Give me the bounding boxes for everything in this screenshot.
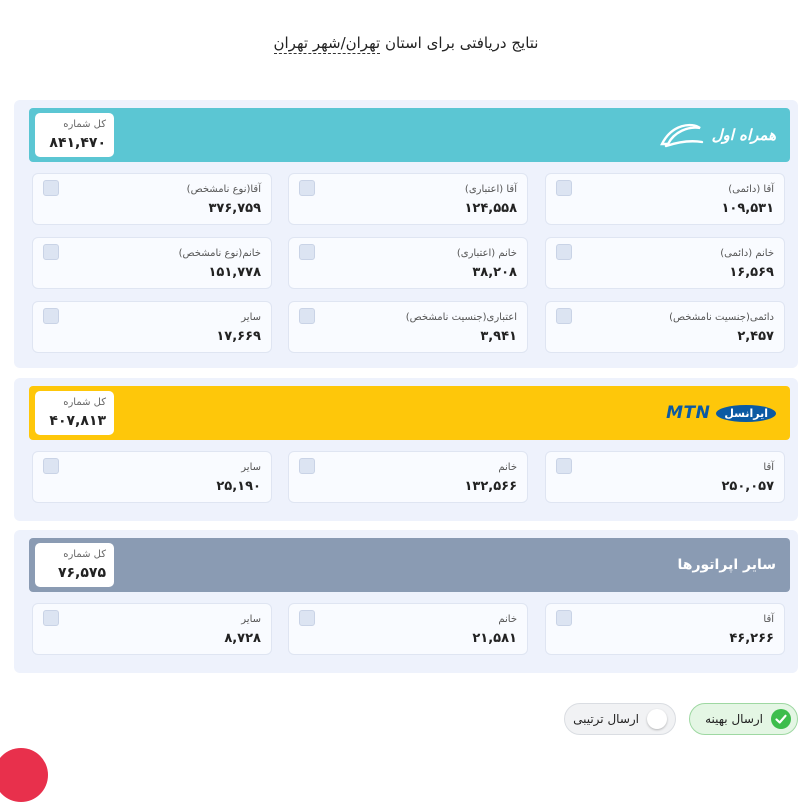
select-checkbox[interactable] (556, 180, 572, 196)
stat-label: خانم (اعتباری) (456, 248, 517, 259)
stat-value: ۴۶,۲۶۶ (729, 631, 774, 646)
stat-value: ۲۵۰,۰۵۷ (721, 479, 774, 494)
total-count-box: کل شماره ۸۴۱,۴۷۰ (35, 113, 114, 157)
stat-value: ۸,۷۲۸ (224, 631, 261, 646)
total-count-box: کل شماره ۴۰۷,۸۱۳ (35, 391, 114, 435)
stat-card[interactable]: خانم (اعتباری) ۳۸,۲۰۸ (288, 237, 528, 289)
page-title-prefix: نتایج دریافتی برای استان (384, 34, 539, 52)
stat-value: ۱۵۱,۷۷۸ (208, 265, 261, 280)
select-checkbox[interactable] (556, 458, 572, 474)
stat-value: ۲,۴۵۷ (737, 329, 774, 344)
stat-card[interactable]: خانم ۱۳۲,۵۶۶ (288, 451, 528, 503)
stat-card[interactable]: خانم (دائمی) ۱۶,۵۶۹ (545, 237, 785, 289)
stat-card[interactable]: آقا ۴۶,۲۶۶ (545, 603, 785, 655)
stat-label: خانم(نوع نامشخص) (178, 248, 261, 259)
stat-card[interactable]: دائمی(جنسیت نامشخص) ۲,۴۵۷ (545, 301, 785, 353)
stat-value: ۳۸,۲۰۸ (472, 265, 517, 280)
stat-card[interactable]: خانم ۲۱,۵۸۱ (288, 603, 528, 655)
stat-value: ۱۳۲,۵۶۶ (464, 479, 517, 494)
hamrah-aval-swoosh-icon (659, 123, 703, 148)
stat-value: ۱۷,۶۶۹ (216, 329, 261, 344)
stat-card[interactable]: سایر ۸,۷۲۸ (32, 603, 272, 655)
stat-card[interactable]: اعتباری(جنسیت نامشخص) ۳,۹۴۱ (288, 301, 528, 353)
select-checkbox[interactable] (299, 458, 315, 474)
stat-card[interactable]: سایر ۱۷,۶۶۹ (32, 301, 272, 353)
stat-card[interactable]: آقا (اعتباری) ۱۲۴,۵۵۸ (288, 173, 528, 225)
stat-card[interactable]: آقا ۲۵۰,۰۵۷ (545, 451, 785, 503)
stat-label: آقا(نوع نامشخص) (186, 184, 261, 195)
hamrah-aval-logo-text: همراه اول (711, 126, 776, 144)
select-checkbox[interactable] (299, 308, 315, 324)
stat-value: ۳,۹۴۱ (480, 329, 517, 344)
operator-header-irancell[interactable]: ایرانسل MTN کل شماره ۴۰۷,۸۱۳ (29, 386, 790, 440)
select-checkbox[interactable] (556, 610, 572, 626)
brand-logo: ایرانسل MTN (666, 386, 776, 440)
select-checkbox[interactable] (43, 610, 59, 626)
operator-panel-others: سایر اپراتورها کل شماره ۷۶,۵۷۵ آقا ۴۶,۲۶… (14, 530, 798, 673)
total-count-label: کل شماره (63, 397, 106, 408)
select-checkbox[interactable] (299, 244, 315, 260)
stat-value: ۲۵,۱۹۰ (216, 479, 261, 494)
select-checkbox[interactable] (43, 458, 59, 474)
total-count-value: ۷۶,۵۷۵ (57, 565, 106, 581)
stat-card[interactable]: خانم(نوع نامشخص) ۱۵۱,۷۷۸ (32, 237, 272, 289)
stat-label: خانم (498, 614, 517, 625)
mtn-logo-text: MTN (666, 403, 711, 423)
total-count-box: کل شماره ۷۶,۵۷۵ (35, 543, 114, 587)
select-checkbox[interactable] (43, 308, 59, 324)
irancell-logo-badge: ایرانسل (716, 404, 776, 422)
total-count-label: کل شماره (63, 119, 106, 130)
stat-card[interactable]: آقا(نوع نامشخص) ۳۷۶,۷۵۹ (32, 173, 272, 225)
select-checkbox[interactable] (43, 244, 59, 260)
select-checkbox[interactable] (556, 244, 572, 260)
stat-card[interactable]: سایر ۲۵,۱۹۰ (32, 451, 272, 503)
total-count-value: ۴۰۷,۸۱۳ (49, 413, 106, 429)
other-operators-title: سایر اپراتورها (677, 557, 777, 573)
stat-label: آقا (763, 462, 774, 473)
stat-label: خانم (دائمی) (720, 248, 774, 259)
select-checkbox[interactable] (299, 180, 315, 196)
select-checkbox[interactable] (556, 308, 572, 324)
operator-header-hamrah-aval[interactable]: همراه اول کل شماره ۸۴۱,۴۷۰ (29, 108, 790, 162)
sequential-send-toggle[interactable]: ارسال ترتیبی (564, 703, 676, 735)
stat-label: سایر (241, 462, 261, 473)
brand-logo: همراه اول (658, 108, 776, 162)
select-checkbox[interactable] (43, 180, 59, 196)
operator-header-others[interactable]: سایر اپراتورها کل شماره ۷۶,۵۷۵ (29, 538, 790, 592)
stat-label: دائمی(جنسیت نامشخص) (669, 312, 774, 323)
stat-label: آقا (دائمی) (728, 184, 774, 195)
stat-label: اعتباری(جنسیت نامشخص) (405, 312, 517, 323)
sequential-send-label: ارسال ترتیبی (573, 712, 639, 726)
page-title: نتایج دریافتی برای استان تهران/شهر تهران (0, 34, 812, 54)
total-count-value: ۸۴۱,۴۷۰ (49, 135, 106, 151)
check-circle-icon (771, 709, 791, 729)
location-link[interactable]: تهران/شهر تهران (273, 34, 381, 54)
stat-label: سایر (241, 312, 261, 323)
stat-value: ۳۷۶,۷۵۹ (208, 201, 261, 216)
stat-value: ۱۰۹,۵۳۱ (721, 201, 774, 216)
optimal-send-label: ارسال بهینه (705, 712, 763, 726)
stat-label: خانم (498, 462, 517, 473)
brand-logo: سایر اپراتورها (678, 538, 777, 592)
stat-label: سایر (241, 614, 261, 625)
optimal-send-toggle[interactable]: ارسال بهینه (689, 703, 798, 735)
toggle-knob-icon (647, 709, 667, 729)
support-chat-button[interactable] (0, 748, 48, 802)
stat-value: ۱۲۴,۵۵۸ (464, 201, 517, 216)
total-count-label: کل شماره (63, 549, 106, 560)
operator-panel-irancell: ایرانسل MTN کل شماره ۴۰۷,۸۱۳ آقا ۲۵۰,۰۵۷… (14, 378, 798, 521)
operator-panel-hamrah-aval: همراه اول کل شماره ۸۴۱,۴۷۰ آقا (دائمی) ۱… (14, 100, 798, 368)
select-checkbox[interactable] (299, 610, 315, 626)
stat-value: ۱۶,۵۶۹ (729, 265, 774, 280)
stat-card[interactable]: آقا (دائمی) ۱۰۹,۵۳۱ (545, 173, 785, 225)
stat-label: آقا (763, 614, 774, 625)
stat-label: آقا (اعتباری) (464, 184, 517, 195)
stat-value: ۲۱,۵۸۱ (472, 631, 517, 646)
